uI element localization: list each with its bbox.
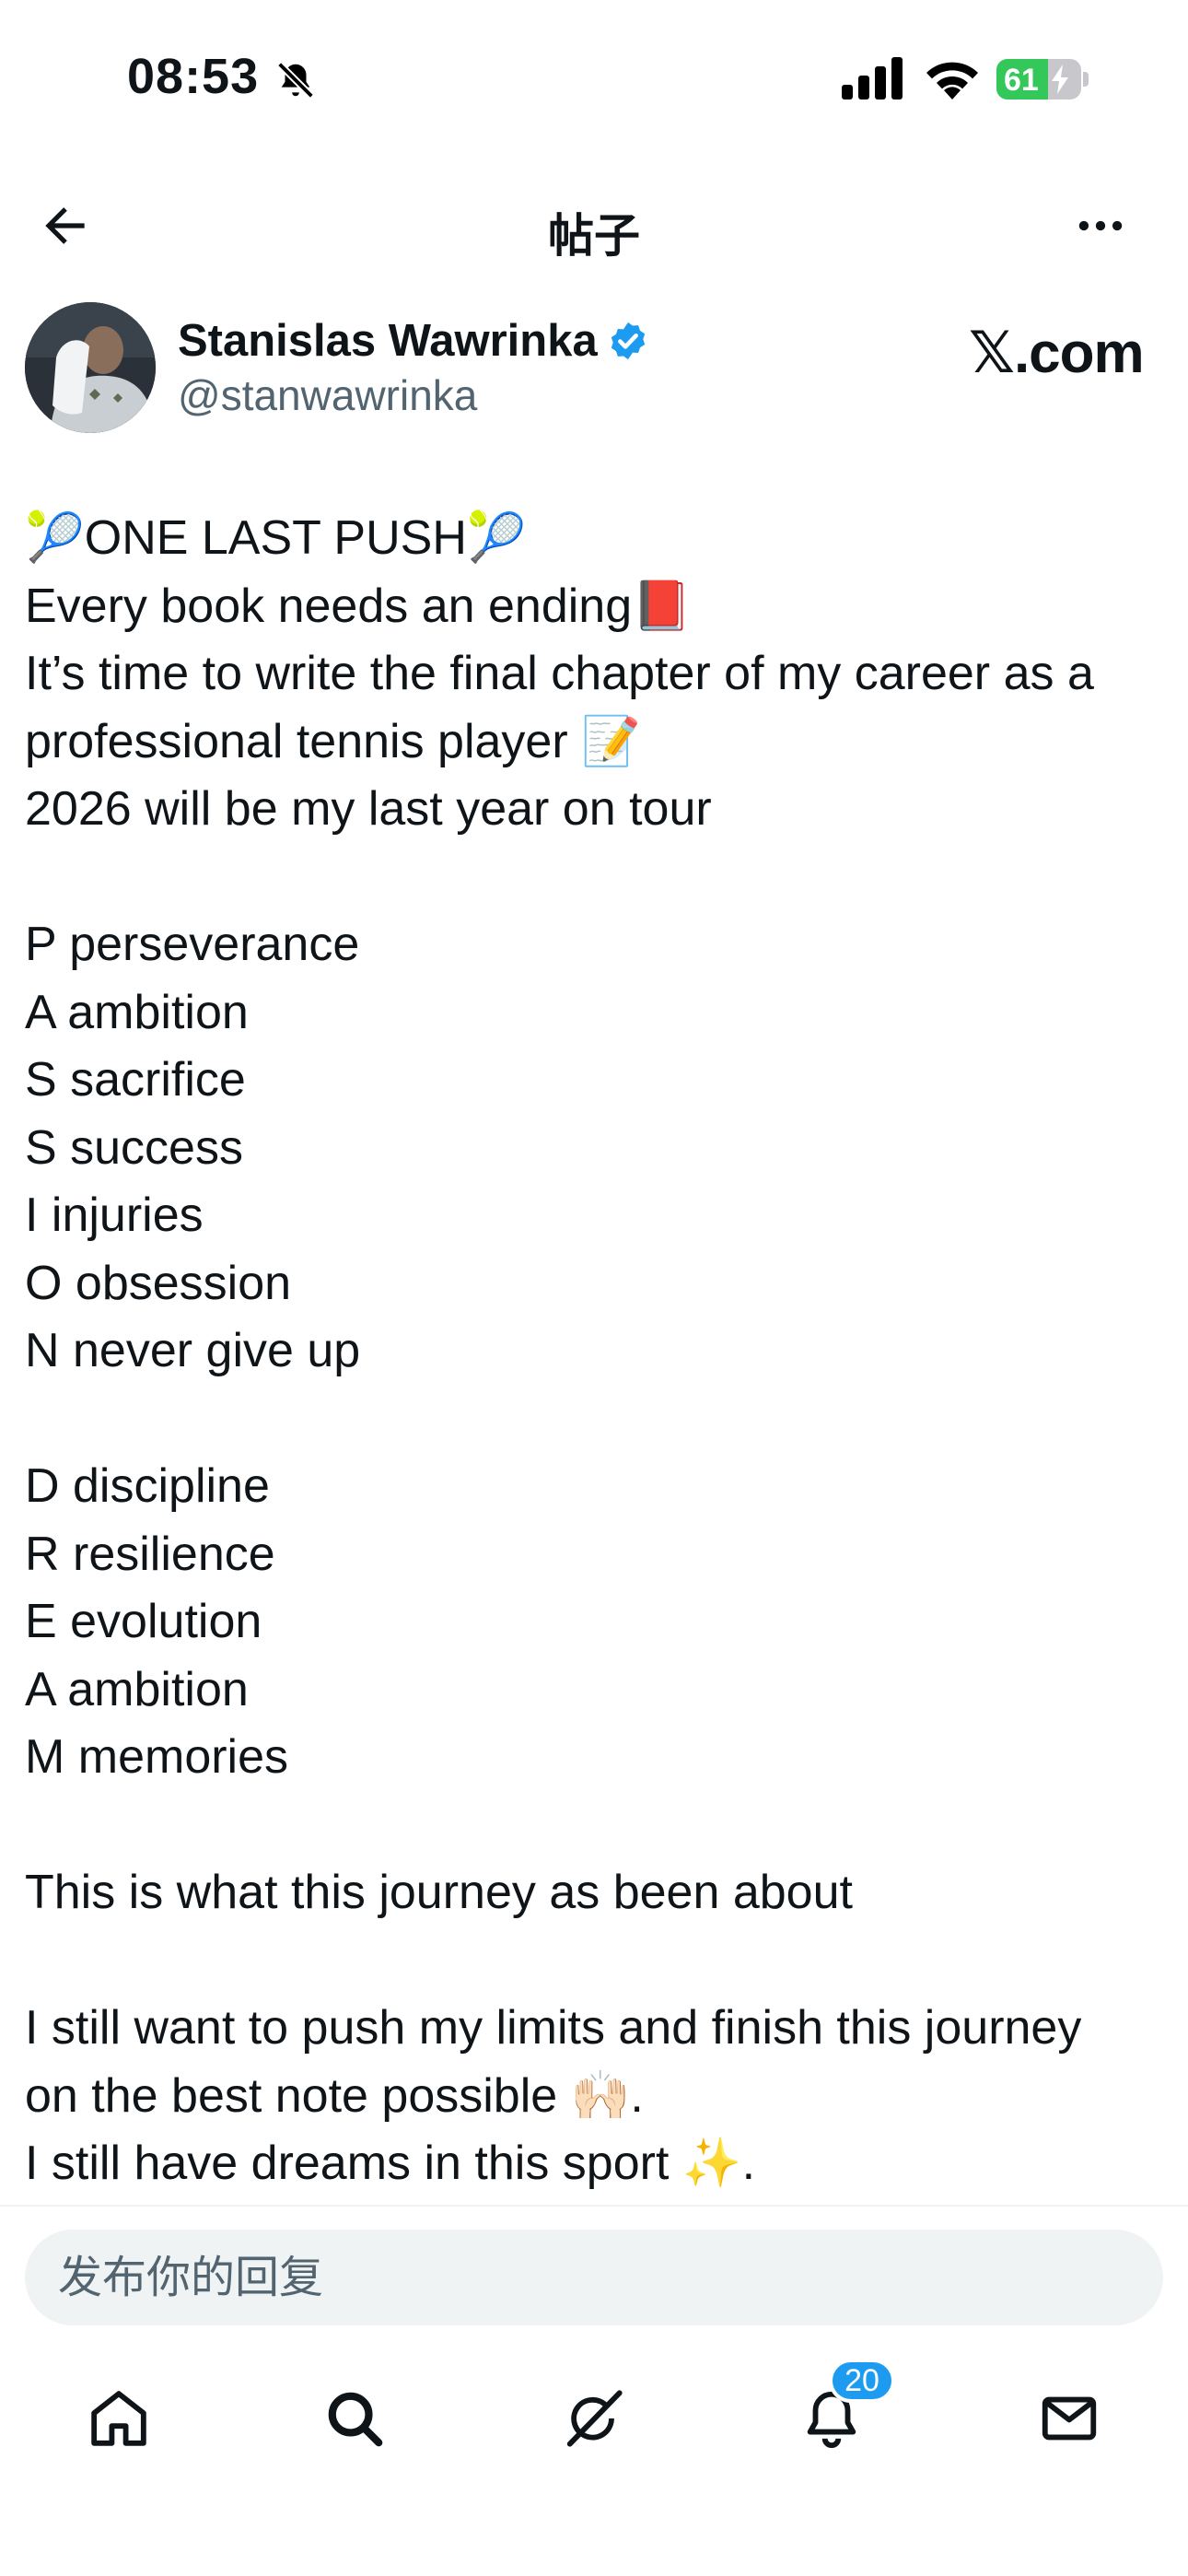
tab-grok[interactable] xyxy=(543,2368,645,2469)
post-line: M memories xyxy=(25,1730,289,1784)
divider xyxy=(0,2205,1188,2207)
post-line: S success xyxy=(25,1120,243,1175)
post-line: 🎾ONE LAST PUSH🎾 xyxy=(25,511,527,565)
post-line xyxy=(25,1792,1167,1860)
grok-icon xyxy=(566,2390,623,2447)
bottom-tab-bar: 20 xyxy=(0,2359,1188,2469)
post-line: 2026 will be my last year on tour xyxy=(25,782,712,836)
author-name[interactable]: Stanislas Wawrinka xyxy=(178,315,649,367)
battery-cap xyxy=(1083,72,1089,87)
post-line: I still have dreams in this sport ✨. xyxy=(25,2137,756,2190)
post-line xyxy=(25,1386,1167,1454)
post-line: A ambition xyxy=(25,1662,249,1716)
tab-messages[interactable] xyxy=(1019,2368,1120,2469)
tab-home[interactable] xyxy=(68,2368,169,2469)
wifi-icon xyxy=(926,62,978,100)
post-line: This is what this journey as been about xyxy=(25,1866,853,1919)
verified-badge-icon xyxy=(611,322,645,360)
battery-indicator: 61 xyxy=(996,59,1081,100)
post-line: N never give up xyxy=(25,1324,361,1377)
post-line: P perseverance xyxy=(25,918,360,971)
post-text: 🎾ONE LAST PUSH🎾 Every book needs an endin… xyxy=(25,505,1167,2198)
post-line: D discipline xyxy=(25,1459,270,1513)
post-line xyxy=(25,1927,1167,1996)
post-line: R resilience xyxy=(25,1527,275,1581)
post-line: O obsession xyxy=(25,1256,292,1310)
post-line: S sacrifice xyxy=(25,1053,246,1107)
post-line: Every book needs an ending📕 xyxy=(25,579,692,633)
post-line: I injuries xyxy=(25,1188,204,1242)
home-icon xyxy=(91,2391,146,2446)
source-label: 𝕏.com xyxy=(969,322,1145,385)
mail-icon xyxy=(1042,2396,1097,2441)
post-line: I still want to push my limits and finis… xyxy=(25,2001,1082,2055)
post-line: A ambition xyxy=(25,985,249,1039)
cellular-signal-icon xyxy=(842,57,903,100)
tab-search[interactable] xyxy=(304,2368,405,2469)
bell-muted-icon xyxy=(277,62,314,99)
avatar-photo xyxy=(25,302,156,433)
avatar[interactable] xyxy=(25,302,156,433)
battery-percent: 61 xyxy=(1004,63,1039,98)
post-line: on the best note possible 🙌🏻. xyxy=(25,2068,644,2123)
page-title: 帖子 xyxy=(548,209,640,263)
post-line: E evolution xyxy=(25,1595,262,1648)
post-line: It’s time to write the final chapter of … xyxy=(25,647,1094,700)
reply-input[interactable] xyxy=(25,2230,1163,2325)
author-handle[interactable]: @stanwawrinka xyxy=(178,370,477,420)
post-author: Stanislas Wawrinka @stanwawrinka 𝕏.com xyxy=(0,295,1188,442)
more-options-button[interactable] xyxy=(1068,193,1133,258)
author-name-text: Stanislas Wawrinka xyxy=(178,316,598,366)
status-time: 08:53 xyxy=(127,49,260,104)
more-horizontal-icon xyxy=(1078,220,1123,231)
status-bar: 08:53 61 xyxy=(0,0,1188,157)
post-line: professional tennis player 📝 xyxy=(25,714,641,768)
notification-count-badge: 20 xyxy=(829,2359,895,2403)
search-icon xyxy=(328,2392,383,2447)
post-header: 帖子 xyxy=(0,175,1188,276)
charging-bolt-icon xyxy=(1052,64,1068,94)
post-line xyxy=(25,844,1167,912)
